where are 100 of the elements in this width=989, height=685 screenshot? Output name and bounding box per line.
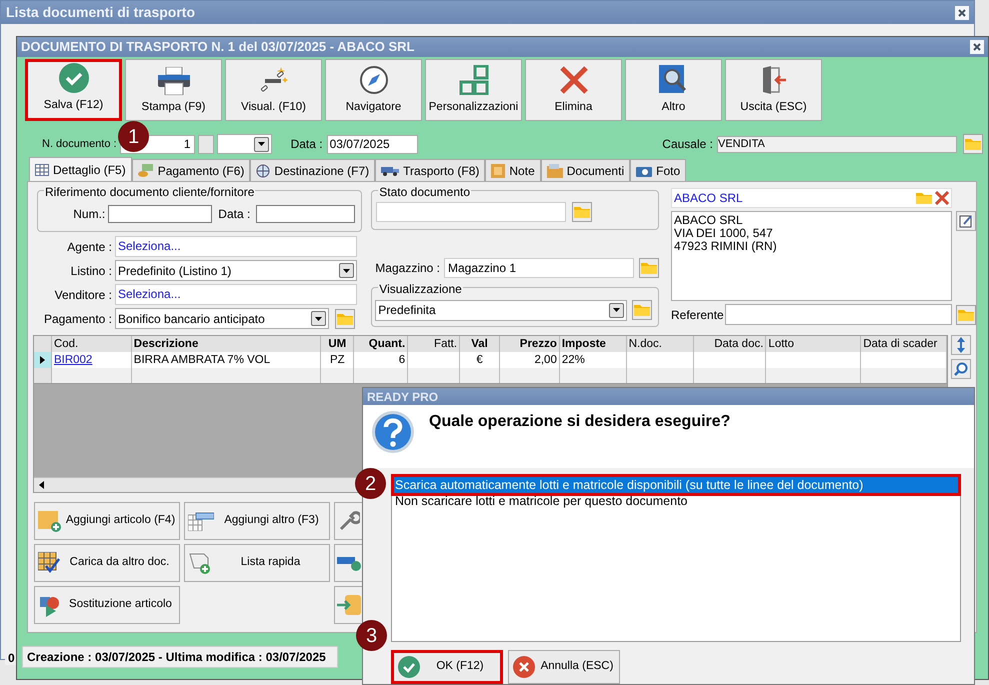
tab[interactable]: Note (485, 159, 541, 181)
toolbar-button[interactable]: Stampa (F9) (125, 59, 222, 121)
tab[interactable]: Foto (630, 159, 686, 181)
action-button[interactable]: Sostituzione articolo (34, 586, 180, 624)
dropdown-button[interactable] (311, 311, 326, 326)
folder-icon (573, 205, 592, 219)
empty-row[interactable] (34, 368, 947, 384)
caret-icon (343, 268, 350, 272)
grid-check-icon (38, 552, 60, 574)
tab[interactable]: Dettaglio (F5) (29, 157, 132, 181)
folder-icon (336, 312, 354, 326)
folder-button[interactable] (963, 134, 983, 154)
tab[interactable]: Documenti (540, 159, 630, 181)
add-button[interactable] (334, 544, 364, 582)
close-button[interactable] (970, 40, 984, 54)
field-label: Causale : (662, 136, 713, 153)
warehouse-field[interactable]: Magazzino 1 (444, 258, 634, 278)
tool-button[interactable] (334, 502, 364, 540)
toolbar-button[interactable]: Personalizzazioni (425, 59, 522, 121)
caret-icon (315, 316, 322, 320)
folder-button[interactable] (335, 308, 355, 328)
reference-date-field[interactable] (256, 205, 356, 223)
search-icon (954, 362, 968, 376)
action-button[interactable]: Carica da altro doc. (34, 544, 180, 582)
field-label: Pagamento : (42, 310, 113, 328)
toolbar-button[interactable]: Salva (F12) (25, 59, 122, 121)
action-button[interactable]: Aggiungi articolo (F4) (34, 502, 180, 540)
folder-icon (964, 137, 982, 151)
date-field[interactable]: 03/07/2025 (326, 134, 418, 154)
bar-plus-icon (337, 555, 361, 571)
field-label: Referente (671, 306, 725, 324)
toolbar-button[interactable]: Elimina (525, 59, 622, 121)
table-cell[interactable]: BIR002 (54, 354, 92, 366)
close-icon (935, 191, 949, 205)
dropdown-button[interactable] (609, 302, 624, 318)
toolbar-button[interactable]: Visual. (F10) (225, 59, 322, 121)
table-cell: € (476, 354, 483, 366)
search-icon (658, 64, 688, 95)
table-cell: 2,00 (534, 354, 557, 366)
toolbar-button[interactable]: Altro (625, 59, 722, 121)
folder-icon (546, 164, 563, 178)
cancel-icon (513, 656, 535, 678)
dropdown-button[interactable] (339, 263, 354, 278)
dialog-button[interactable]: Annulla (ESC) (508, 650, 620, 684)
printer-icon (158, 66, 190, 95)
globe-icon (256, 164, 270, 178)
address-line: ABACO SRL (674, 214, 743, 227)
series-dropdown[interactable] (216, 134, 272, 154)
checkmark-icon (58, 62, 88, 93)
wrench-icon (338, 510, 360, 532)
move-button[interactable] (951, 335, 971, 355)
import-button[interactable] (334, 586, 364, 624)
folder-button[interactable] (956, 304, 976, 324)
table-cell: 6 (398, 354, 406, 366)
coins-icon (138, 164, 154, 178)
camera-icon (636, 164, 652, 176)
field-label: N. documento : (42, 136, 117, 152)
dialog-title: READY PRO (367, 388, 438, 406)
document-state-field[interactable] (376, 202, 566, 222)
box-plus-icon (38, 509, 62, 533)
tab[interactable]: Trasporto (F8) (375, 159, 486, 181)
toolbar-button[interactable]: Uscita (ESC) (725, 59, 822, 121)
field-label: Magazzino : (375, 260, 440, 276)
note-icon (491, 164, 506, 178)
squares-icon (458, 64, 488, 95)
up-down-arrow-icon (957, 337, 965, 353)
dropdown-field[interactable]: Bonifico bancario anticipato (115, 308, 329, 329)
folder-button[interactable] (639, 258, 659, 278)
table-cell: 22% (562, 354, 585, 366)
dropdown-field[interactable]: Predefinito (Listino 1) (115, 260, 357, 281)
field-label: Data : (290, 136, 323, 153)
causale-field[interactable]: VENDITA (717, 136, 957, 152)
close-button[interactable] (955, 6, 969, 20)
selection-field[interactable]: Seleziona... (115, 284, 357, 305)
reference-number-field[interactable] (108, 205, 212, 223)
dialog-button[interactable]: OK (F12) (391, 650, 503, 684)
contact-field[interactable] (725, 304, 952, 325)
address-line: VIA DEI 1000, 547 (674, 227, 773, 240)
field-label: Venditore : (54, 286, 113, 304)
search-button[interactable] (951, 359, 971, 379)
compass-icon (358, 64, 388, 95)
dropdown-field[interactable]: Predefinita (375, 300, 628, 320)
option-item[interactable]: Scarica automaticamente lotti e matricole disponibili (su tutte le linee del documento) (394, 477, 958, 493)
edit-button[interactable] (956, 211, 976, 231)
dropdown-button[interactable] (254, 136, 269, 152)
action-button[interactable]: Aggiungi altro (F3) (184, 502, 330, 540)
window-title: DOCUMENTO DI TRASPORTO N. 1 del 03/07/2025 - ABACO SRL (21, 38, 414, 56)
toolbar-button[interactable]: Navigatore (325, 59, 422, 121)
address-line: 47923 RIMINI (RN) (674, 240, 777, 253)
folder-button[interactable] (572, 202, 592, 222)
option-item[interactable]: Non scaricare lotti e matricole per questo documento (394, 493, 958, 509)
tab[interactable]: Destinazione (F7) (250, 159, 376, 181)
folder-button[interactable] (632, 300, 652, 320)
tab[interactable]: Pagamento (F6) (132, 159, 250, 181)
action-button[interactable]: Lista rapida (184, 544, 330, 582)
pencil-icon (959, 214, 973, 228)
caret-icon (613, 308, 620, 312)
selection-field[interactable]: Seleziona... (115, 236, 357, 257)
customer-field[interactable]: ABACO SRL (671, 188, 952, 208)
grid-row[interactable]: BIR002 BIRRA AMBRATA 7% VOL PZ 6 € 2,00 22% (34, 352, 947, 368)
